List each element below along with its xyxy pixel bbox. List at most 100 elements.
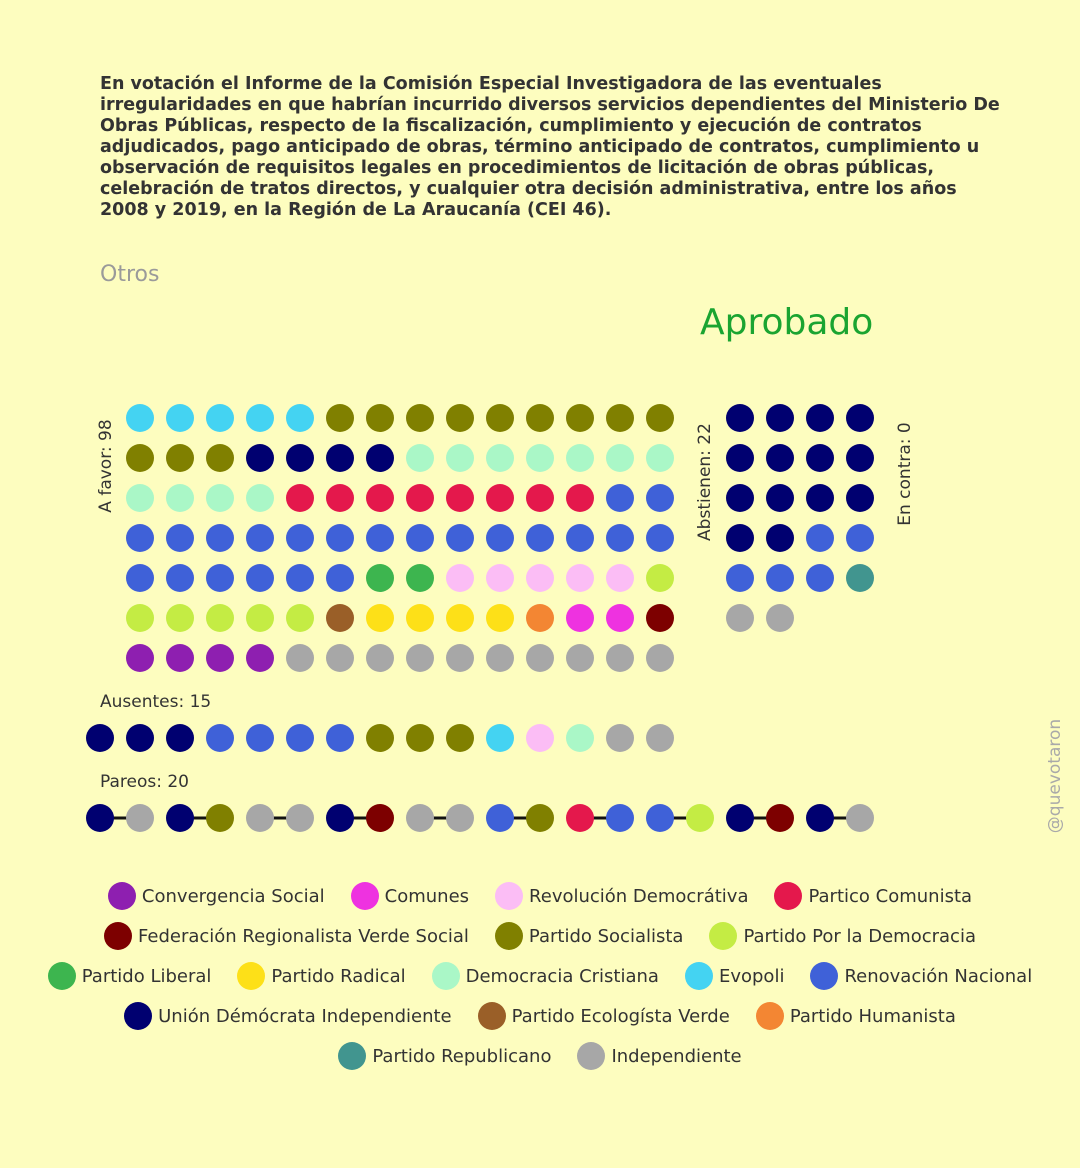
a-favor-seat: [166, 444, 194, 472]
a-favor-seat: [246, 564, 274, 592]
a-favor-seat: [646, 564, 674, 592]
a-favor-seat: [646, 484, 674, 512]
a-favor-seat: [446, 524, 474, 552]
a-favor-seat: [326, 604, 354, 632]
a-favor-seat: [286, 484, 314, 512]
a-favor-seat: [566, 564, 594, 592]
a-favor-seat: [126, 524, 154, 552]
a-favor-seat: [366, 644, 394, 672]
legend-label: Evopoli: [718, 965, 785, 987]
legend-row: Partido Liberal Partido Radical Democracia…: [30, 956, 1050, 996]
a-favor-seat: [366, 444, 394, 472]
pareo-seat: [126, 804, 154, 832]
legend-swatch: [494, 922, 523, 950]
legend-swatch: [338, 1042, 367, 1070]
pareo-seat: [766, 804, 794, 832]
a-favor-seat: [606, 604, 634, 632]
legend-label: Partido Socialista: [528, 925, 684, 947]
a-favor-seat: [606, 644, 634, 672]
a-favor-seat: [166, 564, 194, 592]
a-favor-seat: [526, 404, 554, 432]
a-favor-seat: [406, 484, 434, 512]
abstiene-seat: [726, 604, 754, 632]
a-favor-seat: [566, 484, 594, 512]
ausente-seat: [86, 724, 114, 752]
a-favor-seat: [486, 644, 514, 672]
legend-label: Comunes: [384, 885, 470, 907]
pareo-seat: [806, 804, 834, 832]
pareo-seat: [566, 804, 594, 832]
abstiene-seat: [806, 404, 834, 432]
abstiene-seat: [846, 524, 874, 552]
abstiene-seat: [726, 564, 754, 592]
abstiene-seat: [846, 484, 874, 512]
a-favor-seat: [406, 524, 434, 552]
abstiene-seat: [766, 484, 794, 512]
abstiene-seat: [846, 444, 874, 472]
legend-swatch: [709, 922, 738, 950]
legend-item: Partido Socialista: [494, 922, 684, 950]
a-favor-seat: [646, 644, 674, 672]
legend-label: Unión Démócrata Independiente: [158, 1005, 452, 1027]
legend-item: Partido Radical: [237, 962, 406, 990]
legend-item: Partico Comunista: [774, 882, 972, 910]
legend-swatch: [237, 962, 266, 990]
legend-label: Partido Por la Democracia: [743, 925, 976, 947]
legend-item: Independiente: [577, 1042, 742, 1070]
a-favor-seat: [326, 564, 354, 592]
legend-label: Renovación Nacional: [844, 965, 1033, 987]
pareo-seat: [206, 804, 234, 832]
legend-label: Independiente: [611, 1045, 742, 1067]
ausente-seat: [126, 724, 154, 752]
pareo-seat: [246, 804, 274, 832]
a-favor-seat: [206, 444, 234, 472]
legend-label: Partido Republicano: [372, 1045, 552, 1067]
legend-swatch: [684, 962, 713, 990]
pareo-seat: [726, 804, 754, 832]
a-favor-seat: [406, 444, 434, 472]
legend-item: Revolución Democrátiva: [495, 882, 748, 910]
abstiene-seat: [766, 564, 794, 592]
party-legend: Convergencia Social Comunes Revolución Dem…: [30, 876, 1050, 1076]
legend-item: Evopoli: [684, 962, 785, 990]
a-favor-seat: [566, 604, 594, 632]
legend-label: Democracia Cristiana: [465, 965, 659, 987]
a-favor-seat: [446, 484, 474, 512]
abstiene-seat: [726, 404, 754, 432]
abstiene-seat: [806, 444, 834, 472]
ausente-seat: [206, 724, 234, 752]
a-favor-seat: [286, 564, 314, 592]
abstiene-seat: [766, 404, 794, 432]
legend-swatch: [577, 1042, 606, 1070]
legend-swatch: [104, 922, 132, 950]
abstiene-seat: [846, 564, 874, 592]
a-favor-seat: [166, 604, 194, 632]
pareo-seat: [326, 804, 354, 832]
legend-row: Unión Démócrata Independiente Partido Eco…: [30, 996, 1050, 1036]
a-favor-seat: [126, 644, 154, 672]
a-favor-seat: [166, 644, 194, 672]
a-favor-seat: [206, 524, 234, 552]
a-favor-seat: [126, 404, 154, 432]
abstiene-seat: [726, 524, 754, 552]
a-favor-seat: [366, 564, 394, 592]
legend-row: Federación Regionalista Verde Social Part…: [30, 916, 1050, 956]
abstiene-seat: [806, 564, 834, 592]
ausente-seat: [646, 724, 674, 752]
legend-label: Partido Humanista: [789, 1005, 956, 1027]
a-favor-seat: [366, 484, 394, 512]
a-favor-seat: [526, 564, 554, 592]
a-favor-seat: [526, 444, 554, 472]
a-favor-seat: [286, 644, 314, 672]
a-favor-seat: [566, 524, 594, 552]
a-favor-seat: [486, 564, 514, 592]
a-favor-seat: [286, 444, 314, 472]
ausente-seat: [526, 724, 554, 752]
a-favor-seat: [326, 484, 354, 512]
a-favor-seat: [486, 524, 514, 552]
a-favor-seat: [126, 444, 154, 472]
a-favor-seat: [286, 404, 314, 432]
abstiene-seat: [766, 524, 794, 552]
a-favor-seat: [206, 484, 234, 512]
pareo-seat: [366, 804, 394, 832]
